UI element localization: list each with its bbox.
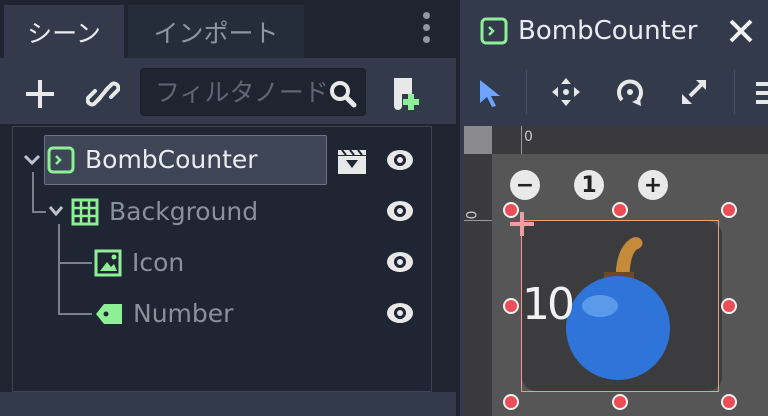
rotate-tool-icon[interactable] (614, 76, 646, 108)
selection-rect (521, 220, 719, 392)
add-node-icon[interactable] (24, 78, 56, 110)
tree-item-background[interactable]: Background (109, 192, 258, 232)
control-node-icon (480, 17, 508, 45)
zoom-in-button[interactable]: + (638, 170, 668, 200)
zoom-reset-button[interactable]: 1 (574, 170, 604, 200)
resize-handle[interactable] (503, 298, 519, 314)
resize-handle[interactable] (721, 298, 737, 314)
ruler-top-label: 0 (524, 129, 533, 145)
dock-menu-icon[interactable] (420, 12, 432, 48)
label-node-icon (96, 304, 122, 324)
search-icon (330, 81, 357, 108)
tab-import[interactable]: インポート (128, 5, 304, 58)
ruler-corner (464, 126, 492, 154)
tree-item-bombcounter[interactable]: BombCounter (85, 140, 258, 180)
ruler-left-label: 0 (464, 210, 481, 220)
resize-handle[interactable] (503, 202, 519, 218)
resize-handle[interactable] (503, 394, 519, 410)
ruler-tick (521, 126, 522, 154)
instance-link-icon[interactable] (86, 78, 120, 110)
zoom-out-button[interactable]: − (510, 170, 540, 200)
ruler-vertical (464, 126, 492, 416)
scene-dock-tabbar: シーン インポート (0, 0, 456, 58)
resize-handle[interactable] (721, 202, 737, 218)
tree-guide-line (58, 224, 60, 315)
resize-handle[interactable] (721, 394, 737, 410)
tree-guide-line (32, 172, 34, 212)
move-tool-icon[interactable] (550, 76, 582, 108)
tree-item-icon[interactable]: Icon (132, 243, 184, 283)
visibility-eye-icon[interactable] (386, 301, 414, 325)
scene-dock: シーン インポート フィルタノード BombCounter Background… (0, 0, 456, 416)
scale-tool-icon[interactable] (678, 76, 710, 108)
scene-tab-title[interactable]: BombCounter (518, 12, 697, 50)
visibility-eye-icon[interactable] (386, 250, 414, 274)
select-tool-icon[interactable] (476, 78, 504, 108)
toolbar-separator (526, 70, 527, 114)
list-tool-icon[interactable] (756, 80, 768, 106)
tab-scene[interactable]: シーン (4, 5, 124, 58)
close-icon[interactable] (728, 18, 754, 44)
ruler-horizontal (464, 126, 768, 154)
tree-guide-line (58, 262, 92, 264)
control-node-icon (47, 146, 75, 174)
tab-import-label: インポート (153, 18, 279, 48)
dock-bottom-bar (0, 392, 456, 416)
attach-script-icon[interactable] (388, 76, 422, 112)
filter-placeholder: フィルタノード (155, 78, 329, 107)
toolbar-separator (734, 70, 735, 114)
grid-container-icon (71, 198, 99, 226)
tree-guide-line (58, 313, 92, 315)
open-scene-icon[interactable] (336, 146, 368, 176)
resize-handle[interactable] (612, 394, 628, 410)
tab-scene-label: シーン (27, 18, 101, 48)
texture-rect-icon (94, 249, 122, 277)
tree-guide-line (32, 211, 46, 213)
visibility-eye-icon[interactable] (386, 199, 414, 223)
resize-handle[interactable] (612, 202, 628, 218)
filter-nodes-input[interactable]: フィルタノード (140, 68, 366, 116)
collapse-arrow-icon[interactable] (22, 150, 42, 170)
visibility-eye-icon[interactable] (386, 148, 414, 172)
collapse-arrow-icon[interactable] (47, 202, 65, 220)
ruler-tick (464, 220, 492, 221)
tree-item-number[interactable]: Number (133, 294, 233, 334)
